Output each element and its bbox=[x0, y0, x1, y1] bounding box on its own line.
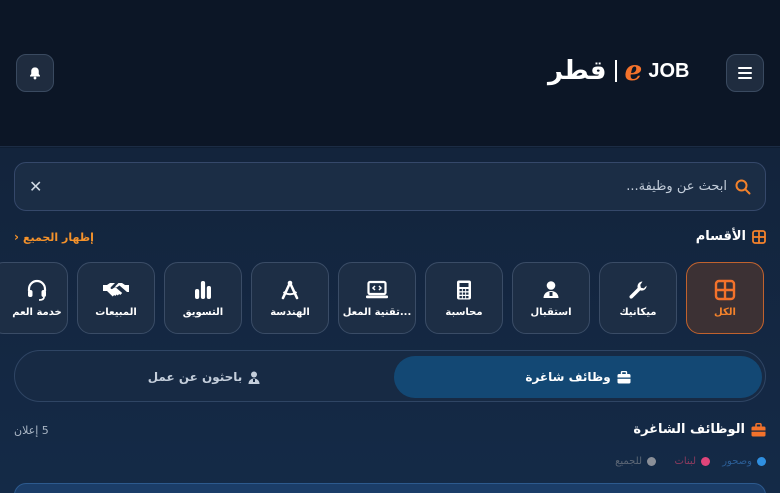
hamburger-icon bbox=[738, 67, 752, 79]
notifications-button[interactable] bbox=[16, 54, 54, 92]
category-marketing[interactable]: التسويق bbox=[164, 262, 242, 334]
legend-label: وصحور bbox=[722, 456, 752, 467]
briefcase-icon bbox=[617, 370, 631, 383]
legend-dot bbox=[757, 457, 766, 466]
legend-dot bbox=[647, 457, 656, 466]
logo-e-mark: e bbox=[624, 54, 643, 87]
logo-arabic-text: قطر bbox=[548, 56, 608, 86]
receptionist-icon bbox=[543, 280, 559, 298]
jobs-heading: الوظائف الشاغرة bbox=[633, 422, 766, 437]
bar-chart-icon bbox=[195, 280, 211, 299]
tab-seekers-label: باحثون عن عمل bbox=[147, 370, 243, 384]
search-icon bbox=[735, 179, 751, 194]
category-label: الهندسة bbox=[270, 306, 310, 318]
tab-jobs[interactable]: وظائف شاغرة bbox=[394, 356, 762, 398]
category-accounting[interactable]: محاسبة bbox=[425, 262, 503, 334]
laptop-code-icon bbox=[366, 280, 388, 298]
category-label: المبيعات bbox=[95, 306, 137, 318]
headset-icon bbox=[27, 279, 47, 301]
legend-label: للجميع bbox=[615, 456, 642, 467]
category-sales[interactable]: المبيعات bbox=[77, 262, 155, 334]
compass-icon bbox=[281, 280, 299, 299]
tab-seekers[interactable]: باحثون عن عمل bbox=[20, 356, 388, 398]
category-customer-service[interactable]: خدمة العم bbox=[0, 262, 68, 334]
logo-job-text: JOB bbox=[648, 59, 690, 82]
logo-divider bbox=[614, 60, 617, 82]
category-label: الكل bbox=[714, 306, 736, 318]
grid-icon bbox=[714, 279, 736, 300]
app-header: قطر e JOB bbox=[0, 0, 780, 147]
legend-item: وصحور bbox=[722, 456, 766, 467]
job-card[interactable] bbox=[14, 483, 766, 493]
category-mechanics[interactable]: ميكانيك bbox=[599, 262, 677, 334]
category-label: ميكانيك bbox=[619, 306, 657, 318]
listing-type-tabs: وظائف شاغرة باحثون عن عمل bbox=[14, 350, 766, 402]
user-tie-icon bbox=[248, 371, 260, 384]
menu-button[interactable] bbox=[726, 54, 764, 92]
clear-icon[interactable]: ✕ bbox=[29, 177, 42, 196]
category-label: استقبال bbox=[530, 306, 572, 318]
legend-dot bbox=[701, 457, 710, 466]
legend-item: للجميع bbox=[615, 456, 656, 467]
chevron-left-icon: ‹ bbox=[14, 230, 19, 244]
search-input[interactable]: ابحث عن وظيفة... bbox=[42, 179, 727, 194]
category-engineering[interactable]: الهندسة bbox=[251, 262, 329, 334]
category-reception[interactable]: استقبال bbox=[512, 262, 590, 334]
category-it[interactable]: تقنية المعل... bbox=[338, 262, 416, 334]
categories-title: الأقسام bbox=[695, 229, 746, 244]
legend-label: لبنات bbox=[674, 456, 696, 467]
bell-icon bbox=[30, 67, 40, 80]
listing-count: 5 إعلان bbox=[14, 424, 49, 437]
category-label: خدمة العم bbox=[12, 306, 62, 318]
calculator-icon bbox=[457, 280, 471, 299]
categories-heading: الأقسام bbox=[696, 229, 766, 244]
category-label: تقنية المعل... bbox=[342, 306, 412, 318]
wrench-icon bbox=[629, 281, 647, 299]
show-all-link[interactable]: إظهار الجميع ‹ bbox=[14, 230, 94, 244]
grid-icon bbox=[752, 229, 766, 244]
category-label: محاسبة bbox=[445, 306, 483, 318]
category-all[interactable]: الكل bbox=[686, 262, 764, 334]
handshake-icon bbox=[103, 282, 129, 296]
search-bar[interactable]: ابحث عن وظيفة... ✕ bbox=[14, 162, 766, 211]
show-all-label: إظهار الجميع bbox=[22, 230, 94, 244]
jobs-title: الوظائف الشاغرة bbox=[633, 422, 745, 437]
app-logo: قطر e JOB bbox=[548, 54, 689, 88]
tab-jobs-label: وظائف شاغرة bbox=[525, 370, 611, 384]
category-label: التسويق bbox=[182, 306, 224, 318]
legend-item: لبنات bbox=[674, 456, 710, 467]
briefcase-icon bbox=[751, 422, 766, 436]
